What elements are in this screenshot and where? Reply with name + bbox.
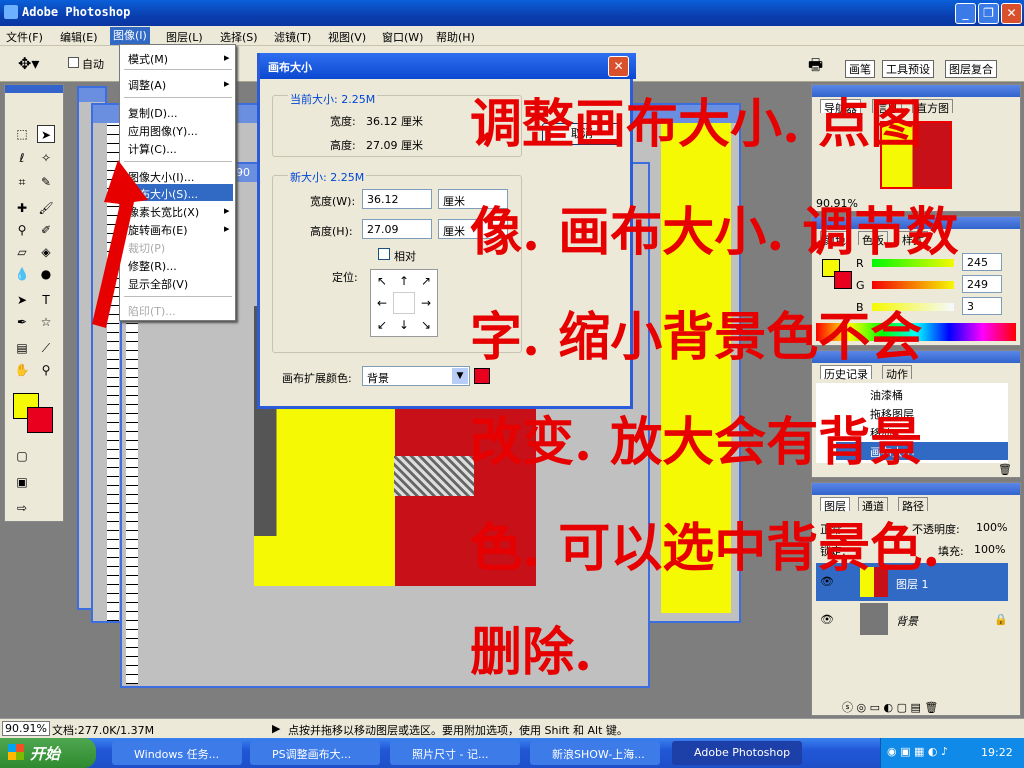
system-tray: ◉ ▣ ▦ ◐ ♪ 19:22 [880,738,1024,768]
status-document-size[interactable]: 文档:277.0K/1.37M [52,722,154,738]
windows-logo-icon [8,744,24,760]
taskbar-item-active[interactable]: Adobe Photoshop [672,741,802,765]
instruction-overlay: 调整画布大小. 点图 像. 画布大小. 调节数 字. 缩小背景色不会 改变. 放… [0,0,1024,718]
status-hint: 点按并拖移以移动图层或选区。要用附加选项，使用 Shift 和 Alt 键。 [288,724,628,737]
status-bar: 90.91% 文档:277.0K/1.37M ▶ 点按并拖移以移动图层或选区。要… [0,718,1024,738]
taskbar-item[interactable]: 新浪SHOW-上海... [530,741,660,765]
overlay-line: 改变. 放大会有背景 [470,412,923,473]
play-icon: ▶ [272,722,281,735]
clock[interactable]: 19:22 [981,746,1013,759]
overlay-line: 删除. [470,622,593,683]
taskbar: 开始 Windows 任务... PS调整画布大... 照片尺寸 - 记... … [0,738,1024,768]
overlay-line: 色. 可以选中背景色. [470,518,941,579]
status-zoom-input[interactable]: 90.91% [2,721,50,736]
overlay-line: 调整画布大小. 点图 [470,94,923,155]
start-button[interactable]: 开始 [0,738,96,768]
start-label: 开始 [30,745,61,763]
overlay-line: 像. 画布大小. 调节数 [470,202,959,263]
taskbar-item[interactable]: Windows 任务... [112,741,242,765]
overlay-line: 字. 缩小背景色不会 [470,307,923,368]
taskbar-item[interactable]: PS调整画布大... [250,741,380,765]
taskbar-item[interactable]: 照片尺寸 - 记... [390,741,520,765]
tray-icons[interactable]: ◉ ▣ ▦ ◐ ♪ [887,745,948,758]
